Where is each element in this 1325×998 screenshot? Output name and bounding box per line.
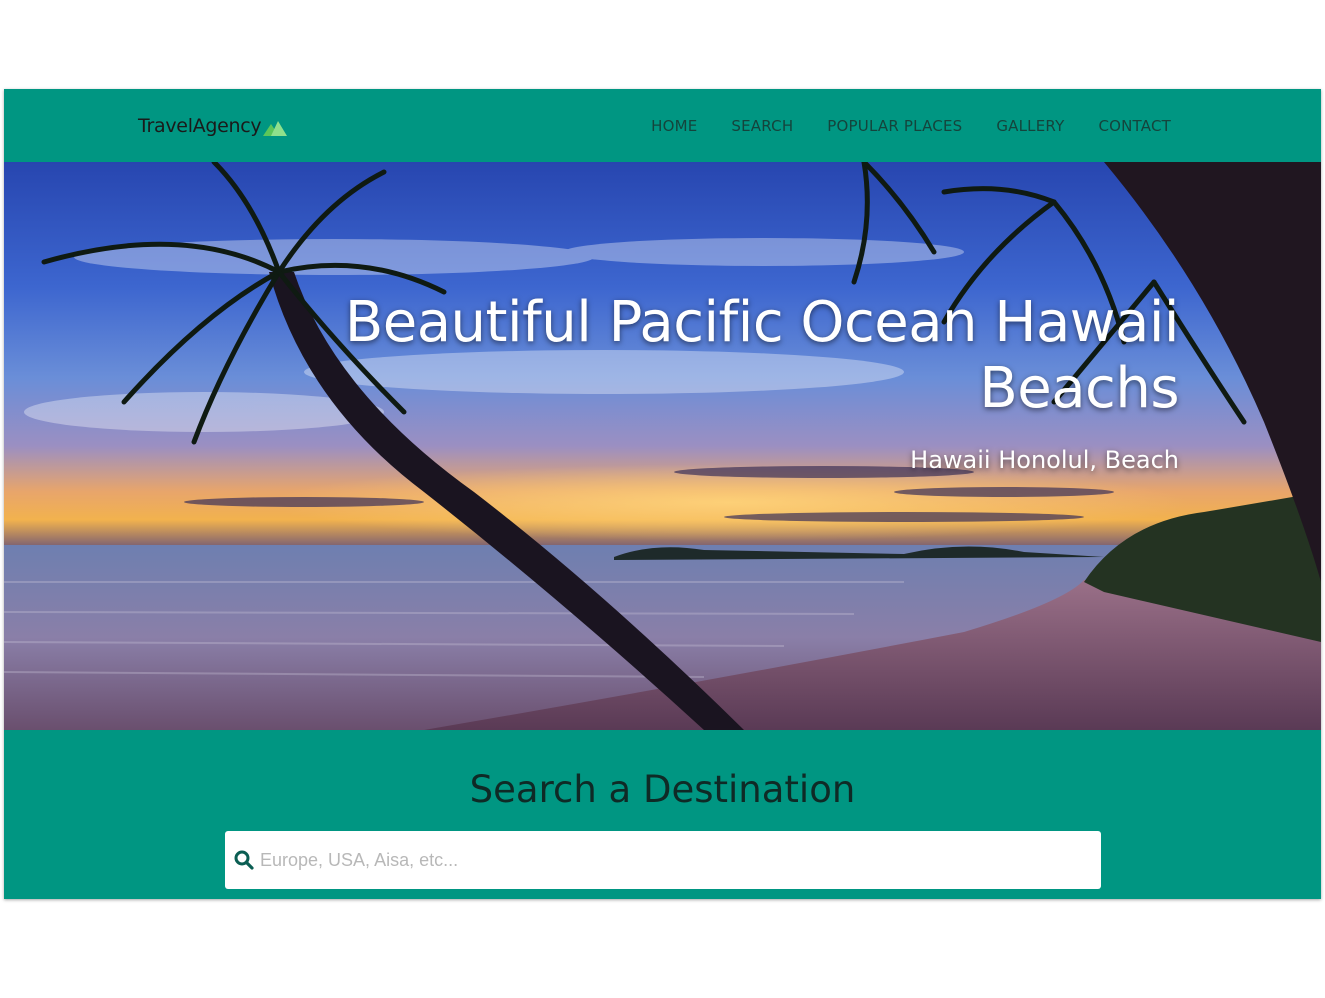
search-input[interactable] — [260, 831, 1101, 889]
hero-title: Beautiful Pacific Ocean Hawaii Beachs — [279, 290, 1180, 422]
search-section: Search a Destination — [4, 730, 1321, 899]
nav-gallery[interactable]: GALLERY — [979, 117, 1081, 135]
nav-links: HOME SEARCH POPULAR PLACES GALLERY CONTA… — [634, 89, 1171, 162]
brand-name: TravelAgency — [138, 115, 262, 137]
nav-contact[interactable]: CONTACT — [1081, 117, 1171, 135]
search-heading: Search a Destination — [469, 768, 856, 811]
navbar: TravelAgency HOME SEARCH POPULAR PLACES … — [4, 89, 1321, 162]
nav-home[interactable]: HOME — [634, 117, 714, 135]
hero-text: Beautiful Pacific Ocean Hawaii Beachs Ha… — [279, 290, 1180, 474]
hero-title-line2: Beachs — [979, 356, 1179, 421]
brand-logo-link[interactable]: TravelAgency — [138, 113, 288, 139]
nav-search[interactable]: SEARCH — [714, 117, 810, 135]
search-icon — [234, 850, 254, 870]
hero-subtitle: Hawaii Honolul, Beach — [910, 446, 1179, 474]
page-frame: TravelAgency HOME SEARCH POPULAR PLACES … — [4, 89, 1321, 899]
hero-title-line1: Beautiful Pacific Ocean Hawaii — [344, 290, 1180, 355]
search-box[interactable] — [225, 831, 1101, 889]
mountain-logo-icon — [263, 121, 288, 136]
hero-banner: Beautiful Pacific Ocean Hawaii Beachs Ha… — [4, 162, 1321, 730]
nav-popular-places[interactable]: POPULAR PLACES — [810, 117, 979, 135]
